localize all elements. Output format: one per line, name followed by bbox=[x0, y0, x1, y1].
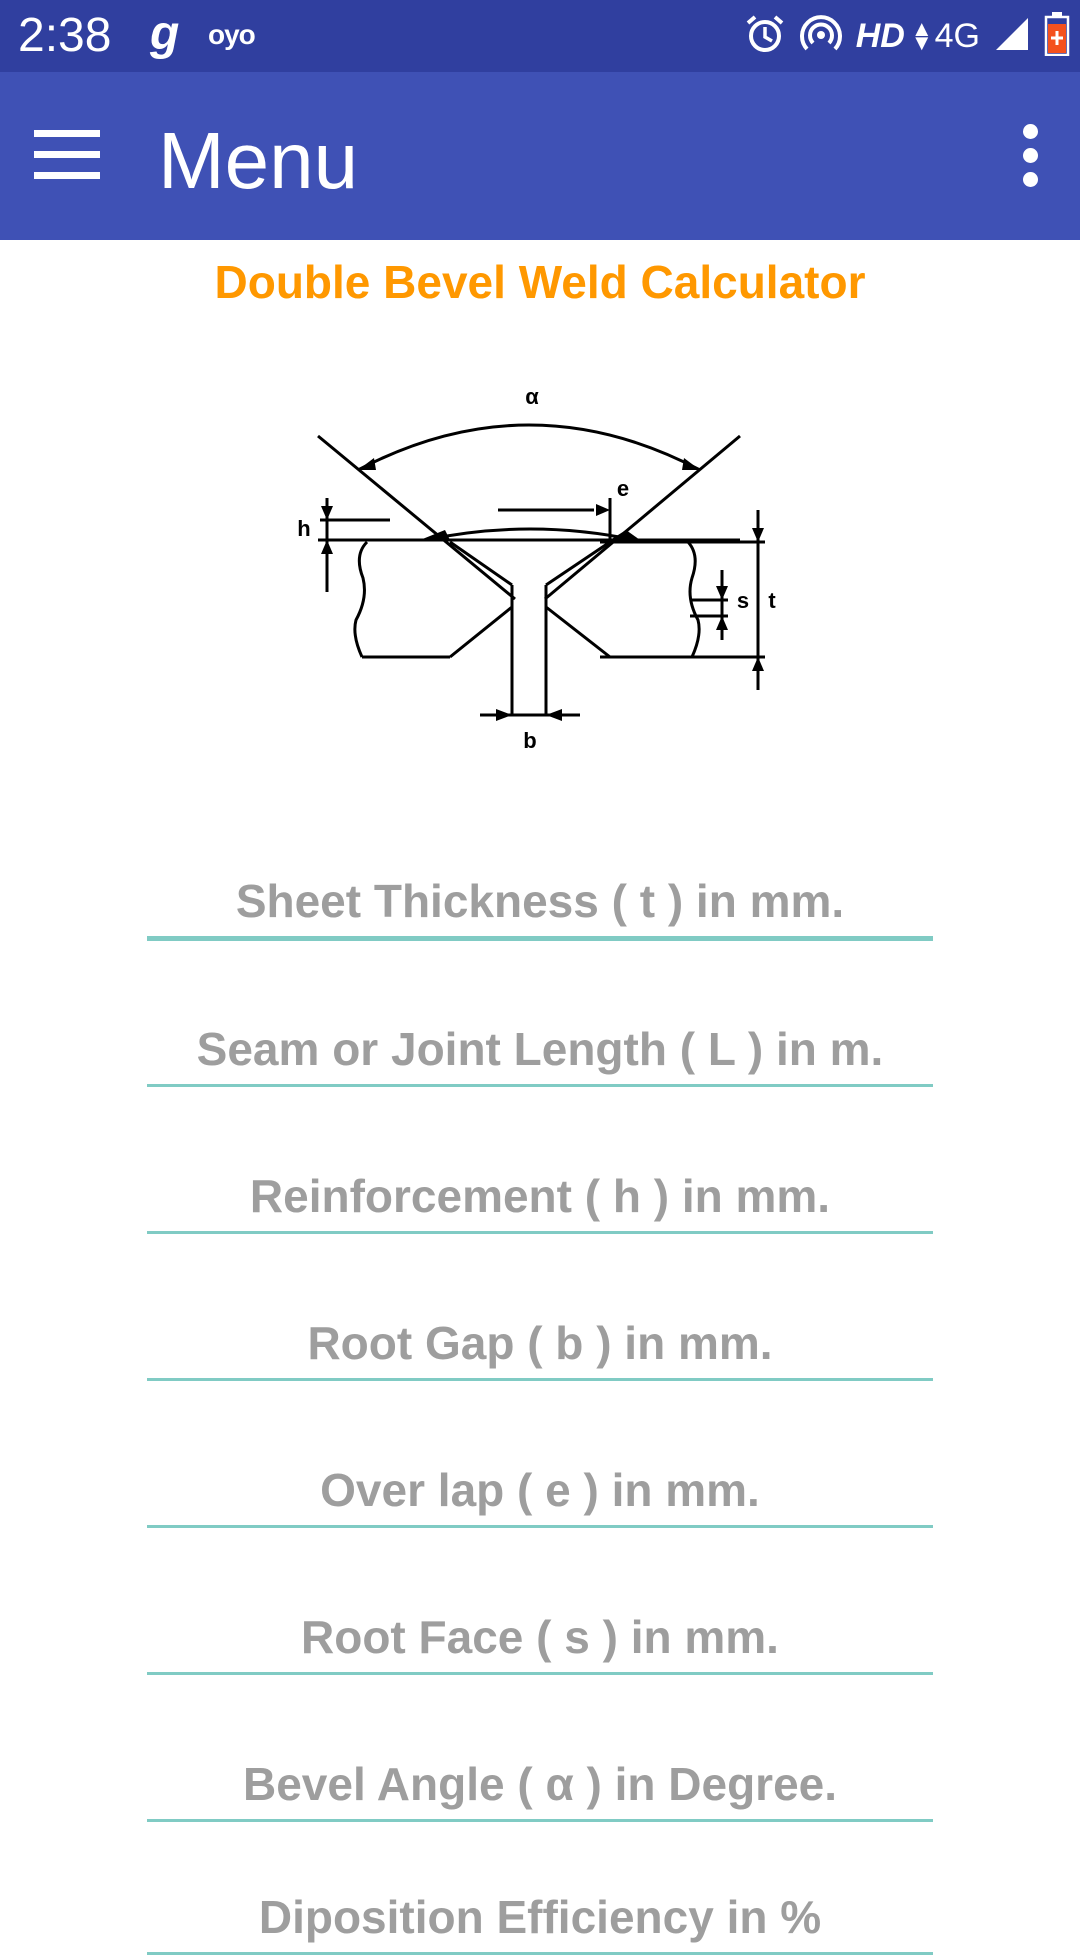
hotspot-icon bbox=[799, 13, 842, 60]
weld-diagram: α e h s t b bbox=[270, 370, 810, 760]
network-type: 4G bbox=[934, 16, 980, 55]
reinforcement-input[interactable] bbox=[147, 1161, 933, 1231]
status-icons: HD ▲ ▼ 4G bbox=[730, 10, 1070, 62]
seam-length-field bbox=[147, 1014, 933, 1087]
root-gap-input[interactable] bbox=[147, 1308, 933, 1378]
status-time: 2:38 bbox=[18, 9, 112, 62]
bevel-angle-input[interactable] bbox=[147, 1749, 933, 1819]
overflow-menu-icon[interactable] bbox=[1020, 124, 1040, 188]
overlap-input[interactable] bbox=[147, 1455, 933, 1525]
hd-indicator: HD bbox=[855, 16, 905, 55]
page-title: Menu bbox=[158, 116, 359, 205]
signal-icon bbox=[994, 16, 1030, 57]
app-bar: Menu bbox=[0, 72, 1080, 240]
overlap-field bbox=[147, 1455, 933, 1528]
root-face-field bbox=[147, 1602, 933, 1675]
diagram-label-b: b bbox=[523, 728, 536, 753]
reinforcement-field bbox=[147, 1161, 933, 1234]
g-app-icon: g bbox=[150, 7, 180, 60]
oyo-app-icon: oyo bbox=[208, 19, 256, 50]
alarm-icon bbox=[744, 13, 786, 60]
sheet-thickness-field bbox=[147, 866, 933, 941]
sheet-thickness-input[interactable] bbox=[147, 866, 933, 936]
diagram-label-s: s bbox=[737, 588, 749, 613]
root-gap-field bbox=[147, 1308, 933, 1381]
bevel-angle-field bbox=[147, 1749, 933, 1822]
seam-length-input[interactable] bbox=[147, 1014, 933, 1084]
calculator-title: Double Bevel Weld Calculator bbox=[214, 256, 866, 308]
battery-icon bbox=[1044, 11, 1070, 61]
hamburger-menu-icon[interactable] bbox=[34, 130, 100, 180]
deposition-efficiency-input[interactable] bbox=[147, 1882, 933, 1952]
deposition-efficiency-field bbox=[147, 1882, 933, 1955]
diagram-label-t: t bbox=[768, 588, 776, 613]
status-bar: 2:38 g oyo HD ▲ ▼ 4G bbox=[0, 0, 1080, 72]
diagram-label-alpha: α bbox=[525, 384, 539, 409]
diagram-label-e: e bbox=[617, 476, 629, 501]
data-activity-icon: ▲ ▼ bbox=[910, 16, 933, 55]
root-face-input[interactable] bbox=[147, 1602, 933, 1672]
diagram-label-h: h bbox=[297, 516, 310, 541]
